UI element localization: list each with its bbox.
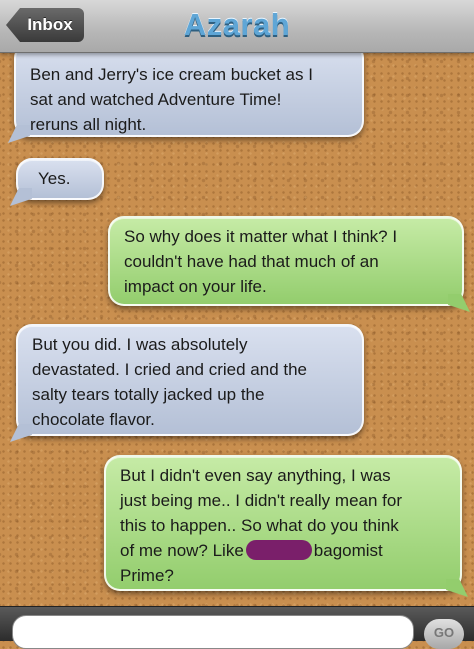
bubble-tail (448, 294, 470, 312)
message-line: sat and watched Adventure Time! (30, 90, 282, 109)
message-line: So why does it matter what I think? I (124, 227, 398, 246)
message-line: chocolate flavor. (32, 410, 155, 429)
bubble-tail (10, 424, 32, 442)
message-bubble-outgoing: But I didn't even say anything, I was ju… (104, 455, 468, 597)
message-line: of me now? Like bagomist (120, 538, 446, 563)
redaction-scribble (245, 540, 312, 560)
message-line: Prime? (120, 566, 174, 585)
message-bubble-incoming: But you did. I was absolutely devastated… (10, 324, 364, 442)
message-line: devastated. I cried and cried and the (32, 360, 308, 379)
bubble-tail (10, 188, 32, 206)
message-line: Yes. (38, 169, 71, 188)
send-button[interactable]: GO (424, 619, 464, 649)
bubble-tail (8, 125, 30, 143)
message-line: couldn't have had that much of an (124, 252, 379, 271)
bubble-tail (446, 579, 468, 597)
message-line: But you did. I was absolutely (32, 335, 248, 354)
message-line: salty tears totally jacked up the (32, 385, 265, 404)
message-line: reruns all night. (30, 115, 147, 134)
message-line: impact on your life. (124, 277, 267, 296)
message-text: of me now? Like (120, 541, 244, 560)
compose-bar: GO (0, 606, 474, 649)
message-input[interactable] (12, 615, 414, 649)
nav-bar: Inbox Azarah (0, 0, 474, 53)
message-text: bagomist (313, 541, 383, 560)
conversation-title: Azarah (183, 7, 291, 42)
message-bubble-incoming: Ben and Jerry's ice cream bucket as I sa… (8, 42, 364, 143)
message-line: But I didn't even say anything, I was (120, 466, 391, 485)
message-line: just being me.. I didn't really mean for (120, 491, 402, 510)
message-bubble-incoming: Yes. (10, 158, 104, 206)
message-line: Ben and Jerry's ice cream bucket as I (30, 65, 313, 84)
message-bubble-outgoing: So why does it matter what I think? I co… (108, 216, 470, 312)
message-line: this to happen.. So what do you think (120, 516, 399, 535)
